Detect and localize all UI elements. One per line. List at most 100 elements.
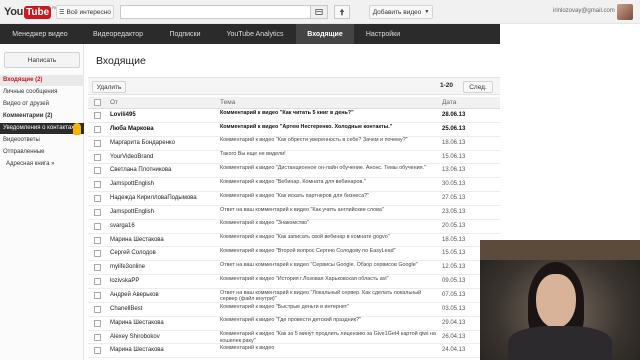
row-topic[interactable]: Комментарий к видео "Как искать партнеро… — [220, 192, 438, 206]
row-topic[interactable]: Комментарий к видео "Знакомство" — [220, 220, 438, 234]
row-from[interactable]: Lovili495 — [110, 109, 218, 123]
table-row[interactable]: Марина Шестакова Комментарий к видео "Где… — [88, 317, 500, 331]
row-checkbox[interactable] — [94, 195, 101, 203]
row-checkbox[interactable] — [94, 305, 101, 313]
column-from[interactable]: От — [110, 99, 118, 106]
table-row[interactable]: JamspottEnglish Комментарий к видео "Веби… — [88, 178, 500, 193]
search-button[interactable] — [310, 5, 328, 19]
tab-settings[interactable]: Настройки — [354, 24, 412, 44]
row-from[interactable]: Люба Маркова — [110, 123, 218, 137]
row-date[interactable]: 15.06.13 — [442, 151, 494, 165]
row-from[interactable]: lozivskaPP — [110, 275, 218, 289]
column-date[interactable]: Дата — [442, 99, 456, 106]
sidebar-item-friends-video[interactable]: Видео от друзей — [0, 99, 84, 110]
tab-video-editor[interactable]: Видеоредактор — [80, 24, 156, 44]
row-from[interactable]: ChanellBest — [110, 303, 218, 317]
column-topic[interactable]: Тема — [220, 99, 235, 106]
row-topic[interactable]: Такого Вы еще не видели! — [220, 151, 438, 165]
row-date[interactable]: 20.05.13 — [442, 220, 494, 234]
tab-inbox[interactable]: Входящие — [296, 24, 354, 44]
row-checkbox[interactable] — [94, 181, 101, 189]
table-row[interactable]: Alexey Shirobokov Комментарий к видео "Ка… — [88, 331, 500, 345]
table-row[interactable]: Светлана Плотникова Комментарий к видео "… — [88, 164, 500, 179]
row-from[interactable]: Alexey Shirobokov — [110, 331, 218, 345]
row-topic[interactable]: Комментарий к видео "Вебинар. Комната дл… — [220, 178, 438, 192]
tab-analytics[interactable]: YouTube Analytics — [214, 24, 296, 44]
table-row[interactable]: Надежда КирилловаПодымова Комментарий к в… — [88, 192, 500, 206]
row-checkbox[interactable] — [94, 222, 101, 230]
delete-button[interactable]: Удалить — [92, 81, 126, 93]
row-topic[interactable]: Ответ на ваш комментарий к видео "Сервис… — [220, 261, 438, 275]
table-row[interactable]: Сергей Солодов Комментарий к видео "Второ… — [88, 247, 500, 262]
row-date[interactable]: 27.05.13 — [442, 192, 494, 206]
row-topic[interactable]: Комментарий к видео "Артем Нестеренко. Х… — [220, 123, 438, 137]
row-topic[interactable]: Ответ на ваш комментарий к видео "Локаль… — [220, 289, 438, 303]
table-row[interactable]: ChanellBest Комментарий к видео "Быстрые … — [88, 303, 500, 317]
sidebar-item-address-book[interactable]: Адресная книга » — [0, 159, 84, 170]
row-topic[interactable]: Комментарий к видео "Как записать свой в… — [220, 234, 438, 248]
row-from[interactable]: Маргарита Бондаренко — [110, 137, 218, 151]
row-checkbox[interactable] — [94, 333, 101, 341]
row-from[interactable]: Марина Шестакова — [110, 234, 218, 248]
row-topic[interactable]: Ответ на ваш комментарий к видео "Как уч… — [220, 206, 438, 220]
avatar[interactable] — [617, 4, 633, 20]
row-topic[interactable]: Комментарий к видео "Быстрые деньги в ин… — [220, 303, 438, 317]
row-date[interactable]: 30.05.13 — [442, 178, 494, 192]
row-checkbox[interactable] — [94, 236, 101, 244]
table-row[interactable]: Марина Шестакова Комментарий к видео "Как… — [88, 234, 500, 248]
upload-button[interactable] — [334, 5, 350, 19]
table-row[interactable]: JamspottEnglish Ответ на ваш комментарий … — [88, 206, 500, 220]
row-checkbox[interactable] — [94, 264, 101, 272]
row-checkbox[interactable] — [94, 250, 101, 258]
youtube-logo[interactable]: You Tube RU — [4, 5, 58, 19]
compose-button[interactable]: Написать — [4, 52, 80, 68]
sidebar-item-video-responses[interactable]: Видеоответы — [0, 135, 84, 146]
row-date[interactable]: 18.06.13 — [442, 137, 494, 151]
select-all-checkbox[interactable] — [94, 99, 101, 106]
table-row[interactable]: Люба Маркова Комментарий к видео "Артем Н… — [88, 123, 500, 137]
sidebar-item-sent[interactable]: Отправленные — [0, 147, 84, 158]
row-date[interactable]: 13.06.13 — [442, 164, 494, 178]
row-checkbox[interactable] — [94, 208, 101, 216]
row-from[interactable]: mylife3online — [110, 261, 218, 275]
row-date[interactable]: 23.05.13 — [442, 206, 494, 220]
row-topic[interactable]: Комментарий к видео — [220, 344, 438, 358]
row-topic[interactable]: Комментарий к видео "Как читать 5 книг в… — [220, 109, 438, 123]
row-from[interactable]: Марина Шестакова — [110, 344, 218, 358]
table-row[interactable]: mylife3online Ответ на ваш комментарий к … — [88, 261, 500, 276]
row-from[interactable]: YourVideoBrand — [110, 151, 218, 165]
table-row[interactable]: YourVideoBrand Такого Вы еще не видели! 15… — [88, 151, 500, 165]
browse-button[interactable]: ☰ Всё интересно — [56, 5, 114, 19]
row-topic[interactable]: Комментарий к видео "Как за 5 минут прод… — [220, 331, 438, 345]
row-from[interactable]: JamspottEnglish — [110, 206, 218, 220]
row-from[interactable]: Марина Шестакова — [110, 317, 218, 331]
row-checkbox[interactable] — [94, 139, 101, 147]
row-checkbox[interactable] — [94, 319, 101, 327]
row-date[interactable]: 28.06.13 — [442, 109, 494, 123]
row-date[interactable]: 25.06.13 — [442, 123, 494, 137]
row-checkbox[interactable] — [94, 167, 101, 175]
row-from[interactable]: Сергей Солодов — [110, 247, 218, 261]
row-checkbox[interactable] — [94, 112, 101, 119]
row-from[interactable]: Андрей Аверьков — [110, 289, 218, 303]
row-checkbox[interactable] — [94, 278, 101, 286]
tab-subscriptions[interactable]: Подписки — [156, 24, 214, 44]
row-from[interactable]: Светлана Плотникова — [110, 164, 218, 178]
table-row[interactable]: Марина Шестакова Комментарий к видео 24.04… — [88, 344, 500, 359]
row-from[interactable]: Надежда КирилловаПодымова — [110, 192, 218, 206]
add-video-button[interactable]: Добавить видео ▼ — [369, 5, 433, 19]
row-topic[interactable]: Комментарий к видео "История г.Лозовая Х… — [220, 275, 438, 289]
table-row[interactable]: Маргарита Бондаренко Комментарий к видео … — [88, 137, 500, 151]
row-from[interactable]: svarga16 — [110, 220, 218, 234]
row-from[interactable]: JamspottEnglish — [110, 178, 218, 192]
table-row[interactable]: Андрей Аверьков Ответ на ваш комментарий … — [88, 289, 500, 303]
row-topic[interactable]: Комментарий к видео "Где провести детски… — [220, 317, 438, 331]
row-checkbox[interactable] — [94, 291, 101, 299]
row-checkbox[interactable] — [94, 125, 101, 133]
row-checkbox[interactable] — [94, 347, 101, 355]
table-row[interactable]: svarga16 Комментарий к видео "Знакомство"… — [88, 220, 500, 234]
row-topic[interactable]: Комментарий к видео "Второй вопрос Серге… — [220, 247, 438, 261]
sidebar-item-inbox[interactable]: Входящие (2) — [0, 75, 84, 86]
row-topic[interactable]: Комментарий к видео "Дистанционное он-ла… — [220, 164, 438, 178]
next-page-button[interactable]: След. — [463, 81, 493, 93]
